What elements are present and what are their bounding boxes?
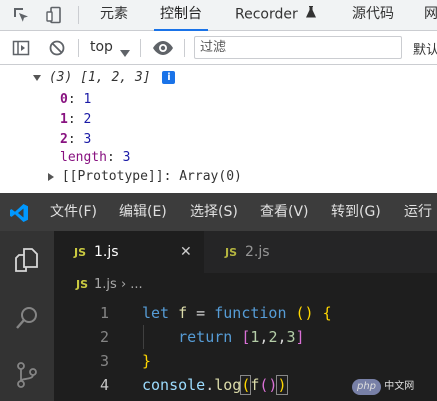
js-file-icon: JS bbox=[225, 246, 238, 259]
menu-view[interactable]: 查看(V) bbox=[260, 193, 309, 231]
console-toolbar: top 过滤 默认 bbox=[0, 31, 437, 65]
menu-go[interactable]: 转到(G) bbox=[331, 193, 381, 231]
vscode-window: 文件(F) 编辑(E) 选择(S) 查看(V) 转到(G) 运行 JS 1.js … bbox=[0, 193, 437, 401]
code-line: console.log(f()) bbox=[142, 375, 288, 395]
prototype-row[interactable]: [[Prototype]]: Array(0) bbox=[48, 167, 242, 187]
title-bar: 文件(F) 编辑(E) 选择(S) 查看(V) 转到(G) 运行 bbox=[0, 193, 437, 231]
entry-value: 1 bbox=[83, 92, 92, 107]
php-logo: php bbox=[352, 379, 382, 395]
tab-sources[interactable]: 源代码 bbox=[352, 0, 394, 30]
tab-console[interactable]: 控制台 bbox=[154, 0, 208, 31]
clear-console-icon[interactable] bbox=[48, 39, 66, 57]
array-length: length: 3 bbox=[60, 150, 131, 165]
entry-key: 2 bbox=[60, 132, 68, 147]
js-file-icon: JS bbox=[76, 278, 89, 291]
breadcrumb-file[interactable]: 1.js bbox=[94, 277, 117, 292]
length-value: 3 bbox=[122, 150, 131, 165]
tab-label: 1.js bbox=[94, 244, 119, 260]
sidebar-toggle-icon[interactable] bbox=[12, 39, 30, 57]
context-selector[interactable]: top bbox=[90, 39, 113, 55]
code-line: } bbox=[142, 352, 152, 370]
array-entry: 2: 3 bbox=[60, 132, 92, 147]
devtools-panel: 元素 控制台 Recorder 源代码 网 top 过滤 默认 (3) [1, … bbox=[0, 0, 437, 193]
tab-network[interactable]: 网 bbox=[424, 0, 437, 30]
device-icon[interactable] bbox=[46, 6, 64, 24]
code-line: let f = function () { bbox=[142, 304, 332, 322]
watermark: php 中文网 bbox=[352, 377, 414, 395]
tab-label: 2.js bbox=[245, 244, 270, 260]
editor-tab-2js[interactable]: JS 2.js bbox=[204, 231, 315, 273]
array-entry: 1: 2 bbox=[60, 112, 92, 127]
activity-bar bbox=[0, 231, 54, 401]
log-levels-dropdown[interactable]: 默认 bbox=[413, 39, 437, 58]
array-log-row[interactable]: (3) [1, 2, 3] i bbox=[33, 68, 176, 88]
filter-input[interactable]: 过滤 bbox=[194, 36, 402, 59]
toolbar-divider bbox=[78, 6, 79, 24]
code-line: return [1,2,3] bbox=[178, 328, 305, 346]
toolbar-divider bbox=[78, 39, 79, 57]
menu-run[interactable]: 运行 bbox=[404, 193, 432, 231]
tab-elements[interactable]: 元素 bbox=[100, 0, 128, 30]
entry-key: 1 bbox=[60, 112, 68, 127]
menu-selection[interactable]: 选择(S) bbox=[190, 193, 238, 231]
tab-recorder-label: Recorder bbox=[235, 6, 298, 23]
toolbar-divider bbox=[140, 39, 141, 57]
vscode-logo-icon bbox=[9, 203, 29, 227]
line-number: 2 bbox=[99, 328, 109, 346]
info-icon[interactable]: i bbox=[162, 71, 176, 84]
editor-tab-1js[interactable]: JS 1.js ✕ bbox=[54, 231, 204, 273]
array-preview: (3) [1, 2, 3] bbox=[48, 70, 151, 85]
breadcrumb: JS 1.js › ... bbox=[76, 277, 143, 292]
entry-value: 3 bbox=[83, 132, 92, 147]
devtools-tab-bar: 元素 控制台 Recorder 源代码 网 bbox=[0, 0, 437, 31]
explorer-icon[interactable] bbox=[13, 246, 41, 274]
close-icon[interactable]: ✕ bbox=[180, 231, 192, 273]
expand-triangle-icon[interactable] bbox=[33, 74, 41, 81]
recorder-flask-icon bbox=[306, 0, 317, 29]
source-control-icon[interactable] bbox=[13, 361, 41, 389]
line-number: 1 bbox=[99, 304, 109, 322]
js-file-icon: JS bbox=[74, 246, 87, 259]
entry-key: 0 bbox=[60, 92, 68, 107]
breadcrumb-rest[interactable]: › ... bbox=[121, 277, 143, 292]
prototype-label: [[Prototype]]: Array(0) bbox=[61, 169, 242, 184]
inspect-icon[interactable] bbox=[12, 6, 30, 24]
chevron-down-icon[interactable] bbox=[120, 43, 130, 62]
editor-tab-bar: JS 1.js ✕ JS 2.js bbox=[54, 231, 437, 273]
search-icon[interactable] bbox=[13, 304, 41, 332]
entry-value: 2 bbox=[83, 112, 92, 127]
array-entry: 0: 1 bbox=[60, 92, 92, 107]
menu-edit[interactable]: 编辑(E) bbox=[119, 193, 167, 231]
menu-file[interactable]: 文件(F) bbox=[50, 193, 97, 231]
line-number: 3 bbox=[99, 352, 109, 370]
toolbar-divider bbox=[184, 39, 185, 57]
watermark-text: 中文网 bbox=[384, 381, 415, 392]
eye-icon[interactable] bbox=[152, 39, 174, 57]
length-key: length bbox=[60, 150, 107, 165]
expand-triangle-icon[interactable] bbox=[48, 172, 54, 181]
tab-recorder[interactable]: Recorder bbox=[235, 0, 317, 30]
line-number: 4 bbox=[99, 376, 109, 394]
